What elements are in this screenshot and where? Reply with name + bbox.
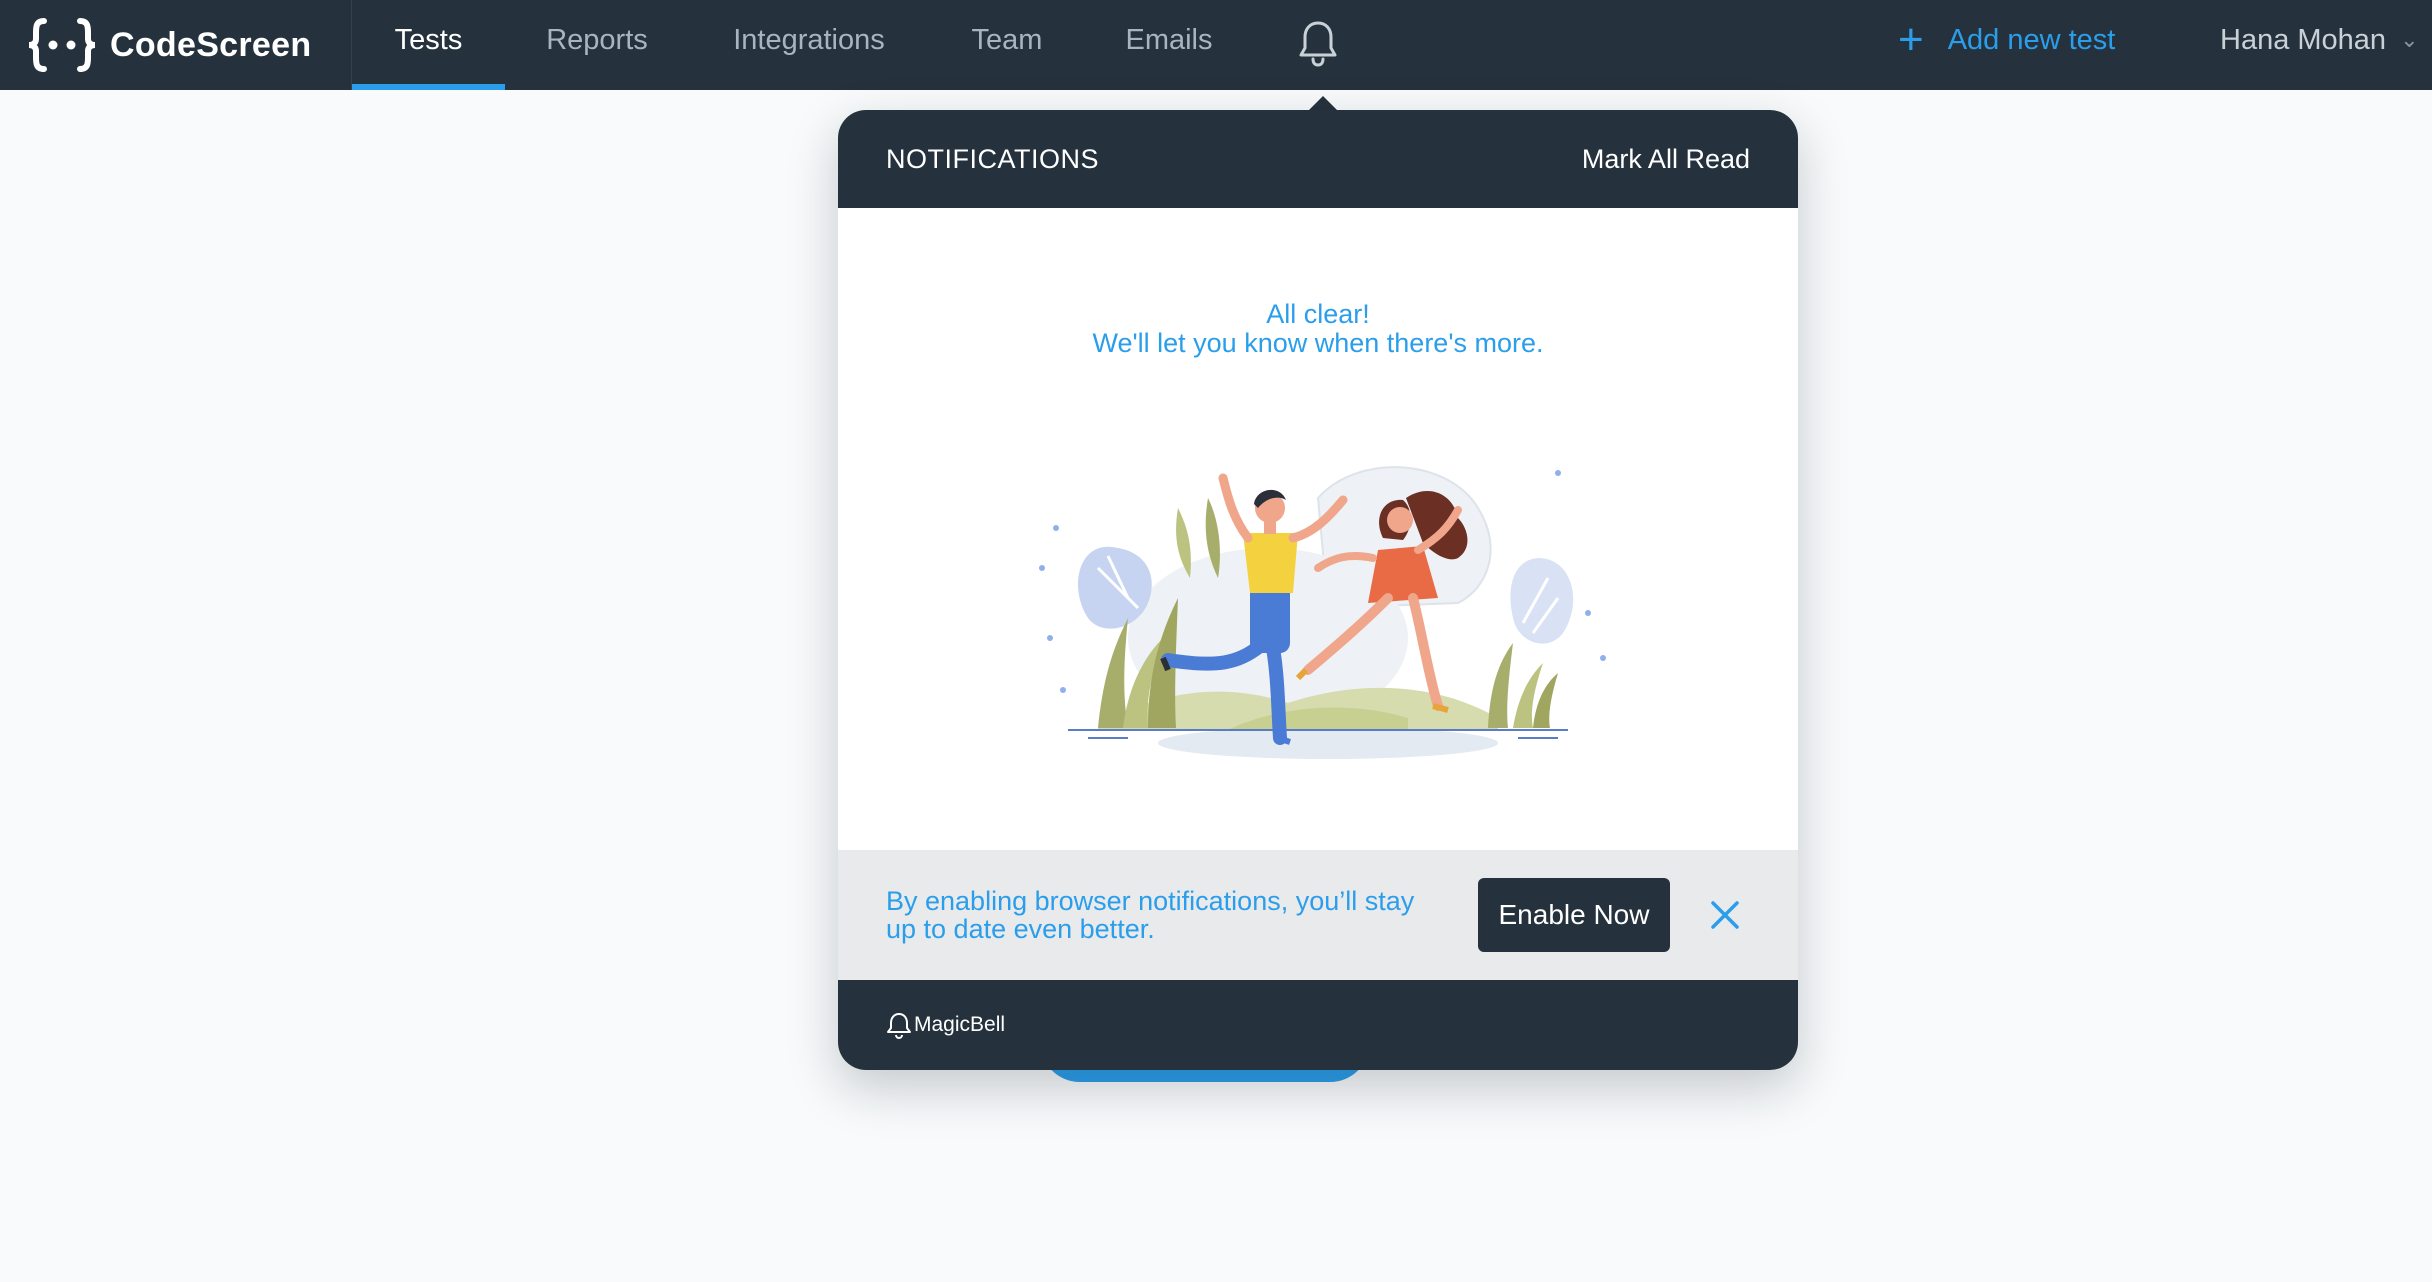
bell-icon[interactable]	[1296, 18, 1340, 68]
logo-icon	[28, 18, 96, 72]
banner-message: By enabling browser notifications, you’l…	[886, 886, 1415, 944]
empty-state-title: All clear!	[1266, 299, 1370, 329]
add-new-test-button[interactable]: + Add new test	[1898, 0, 2115, 80]
notifications-popover: NOTIFICATIONS Mark All Read All clear! W…	[838, 110, 1798, 1070]
notifications-body: All clear! We'll let you know when there…	[838, 208, 1798, 850]
user-menu[interactable]: Hana Mohan ⌄	[2220, 0, 2419, 80]
nav-tests[interactable]: Tests	[352, 0, 505, 90]
notifications-header: NOTIFICATIONS Mark All Read	[838, 110, 1798, 208]
user-name: Hana Mohan	[2220, 23, 2387, 56]
empty-state-subtitle: We'll let you know when there's more.	[1092, 328, 1544, 358]
app-logo[interactable]: CodeScreen	[0, 0, 352, 90]
notifications-title: NOTIFICATIONS	[886, 143, 1099, 174]
chevron-down-icon: ⌄	[2400, 27, 2419, 52]
nav-reports[interactable]: Reports	[528, 0, 666, 90]
celebration-illustration	[1039, 466, 1606, 759]
plus-icon: +	[1898, 15, 1924, 64]
active-tab-indicator	[352, 84, 505, 90]
magicbell-icon	[887, 1013, 911, 1039]
nav-integrations[interactable]: Integrations	[712, 0, 906, 90]
enable-now-button[interactable]: Enable Now	[1478, 878, 1670, 952]
add-new-test-label: Add new test	[1947, 23, 2116, 56]
mark-all-read-button[interactable]: Mark All Read	[1582, 144, 1750, 175]
close-icon[interactable]	[1706, 896, 1744, 934]
empty-state-message: All clear! We'll let you know when there…	[838, 300, 1798, 358]
browser-notifications-banner: By enabling browser notifications, you’l…	[838, 850, 1798, 980]
notifications-footer: MagicBell	[838, 980, 1798, 1070]
nav-emails[interactable]: Emails	[1108, 0, 1230, 90]
nav-team[interactable]: Team	[946, 0, 1068, 90]
app-name: CodeScreen	[110, 25, 312, 64]
top-navbar: CodeScreen Tests Reports Integrations Te…	[0, 0, 2432, 90]
magicbell-brand[interactable]: MagicBell	[914, 1013, 1005, 1037]
